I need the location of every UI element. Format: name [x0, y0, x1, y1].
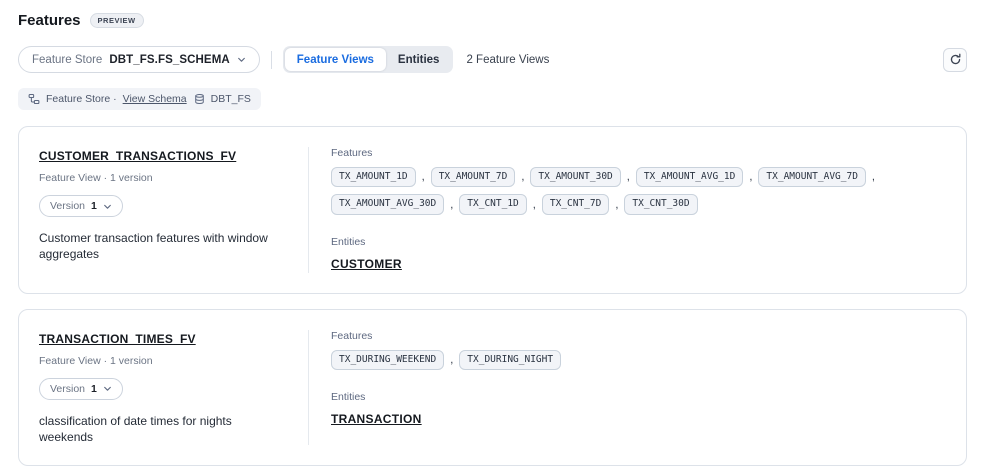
- feature-store-value: DBT_FS.FS_SCHEMA: [109, 54, 229, 66]
- breadcrumb-database: DBT_FS: [211, 93, 251, 105]
- breadcrumb: Feature Store · View Schema DBT_FS: [18, 88, 261, 110]
- feature-chip: TX_AMOUNT_AVG_7D: [758, 167, 866, 187]
- page-header: Features PREVIEW: [18, 12, 967, 29]
- separator: ,: [627, 171, 630, 183]
- breadcrumb-prefix: Feature Store ·: [46, 93, 117, 105]
- feature-view-card: CUSTOMER_TRANSACTIONS_FV Feature View · …: [18, 126, 967, 294]
- feature-view-subtitle: Feature View · 1 version: [39, 355, 288, 367]
- feature-chip: TX_CNT_7D: [542, 194, 609, 214]
- refresh-icon: [949, 53, 962, 66]
- chevron-down-icon: [103, 384, 112, 393]
- view-schema-link[interactable]: View Schema: [123, 93, 187, 105]
- feature-chip: TX_CNT_30D: [624, 194, 697, 214]
- feature-views-count: 2 Feature Views: [466, 54, 549, 66]
- feature-chip: TX_DURING_NIGHT: [459, 350, 561, 370]
- entities-label: Entities: [331, 236, 944, 248]
- separator: ,: [450, 354, 453, 366]
- separator: ,: [749, 171, 752, 183]
- tab-feature-views[interactable]: Feature Views: [285, 48, 386, 71]
- feature-chip-list: TX_DURING_WEEKEND, TX_DURING_NIGHT: [331, 350, 931, 370]
- feature-store-label: Feature Store: [32, 54, 102, 66]
- separator: ,: [450, 199, 453, 211]
- feature-view-title-link[interactable]: CUSTOMER_TRANSACTIONS_FV: [39, 149, 236, 163]
- entities-label: Entities: [331, 391, 944, 403]
- feature-view-description: classification of date times for nights …: [39, 413, 288, 445]
- feature-view-title-link[interactable]: TRANSACTION_TIMES_FV: [39, 332, 196, 346]
- entity-link[interactable]: CUSTOMER: [331, 257, 402, 271]
- features-label: Features: [331, 147, 944, 159]
- page-title: Features: [18, 12, 81, 29]
- entity-list: TRANSACTION: [331, 405, 944, 428]
- separator: ,: [615, 199, 618, 211]
- schema-icon: [28, 93, 40, 105]
- version-value: 1: [91, 383, 97, 395]
- feature-store-selector[interactable]: Feature Store DBT_FS.FS_SCHEMA: [18, 46, 260, 73]
- card-summary: TRANSACTION_TIMES_FV Feature View · 1 ve…: [19, 330, 309, 445]
- feature-chip: TX_DURING_WEEKEND: [331, 350, 444, 370]
- version-value: 1: [91, 200, 97, 212]
- refresh-button[interactable]: [943, 48, 967, 72]
- feature-view-list: CUSTOMER_TRANSACTIONS_FV Feature View · …: [18, 126, 967, 466]
- feature-chip: TX_AMOUNT_AVG_30D: [331, 194, 444, 214]
- separator: ,: [533, 199, 536, 211]
- entity-list: CUSTOMER: [331, 250, 944, 273]
- card-details: Features TX_AMOUNT_1D,TX_AMOUNT_7D,TX_AM…: [309, 147, 966, 273]
- chevron-down-icon: [237, 55, 246, 64]
- version-label: Version: [50, 383, 85, 395]
- feature-view-description: Customer transaction features with windo…: [39, 230, 288, 262]
- feature-chip: TX_AMOUNT_1D: [331, 167, 416, 187]
- feature-chip: TX_CNT_1D: [459, 194, 526, 214]
- view-tabs: Feature Views Entities: [283, 46, 454, 73]
- feature-chip: TX_AMOUNT_30D: [530, 167, 620, 187]
- preview-badge: PREVIEW: [90, 13, 144, 28]
- feature-view-card: TRANSACTION_TIMES_FV Feature View · 1 ve…: [18, 309, 967, 466]
- separator: ,: [872, 171, 875, 183]
- toolbar-divider: [271, 51, 272, 69]
- separator: ,: [521, 171, 524, 183]
- toolbar: Feature Store DBT_FS.FS_SCHEMA Feature V…: [18, 46, 967, 73]
- version-selector[interactable]: Version 1: [39, 378, 123, 400]
- entities-section: Entities CUSTOMER: [331, 236, 944, 273]
- card-summary: CUSTOMER_TRANSACTIONS_FV Feature View · …: [19, 147, 309, 273]
- version-selector[interactable]: Version 1: [39, 195, 123, 217]
- tab-entities[interactable]: Entities: [386, 48, 452, 71]
- features-page: Features PREVIEW Feature Store DBT_FS.FS…: [0, 0, 985, 466]
- card-details: Features TX_DURING_WEEKEND, TX_DURING_NIG…: [309, 330, 966, 445]
- feature-chip: TX_AMOUNT_AVG_1D: [636, 167, 744, 187]
- version-label: Version: [50, 200, 85, 212]
- feature-chip: TX_AMOUNT_7D: [431, 167, 516, 187]
- feature-view-subtitle: Feature View · 1 version: [39, 172, 288, 184]
- breadcrumb-row: Feature Store · View Schema DBT_FS: [18, 88, 967, 110]
- chevron-down-icon: [103, 202, 112, 211]
- entities-section: Entities TRANSACTION: [331, 391, 944, 428]
- database-icon: [194, 93, 205, 105]
- features-label: Features: [331, 330, 944, 342]
- separator: ,: [422, 171, 425, 183]
- entity-link[interactable]: TRANSACTION: [331, 412, 422, 426]
- feature-chip-list: TX_AMOUNT_1D, TX_AMOUNT_7D, TX_AMOUNT_30D,…: [331, 167, 931, 215]
